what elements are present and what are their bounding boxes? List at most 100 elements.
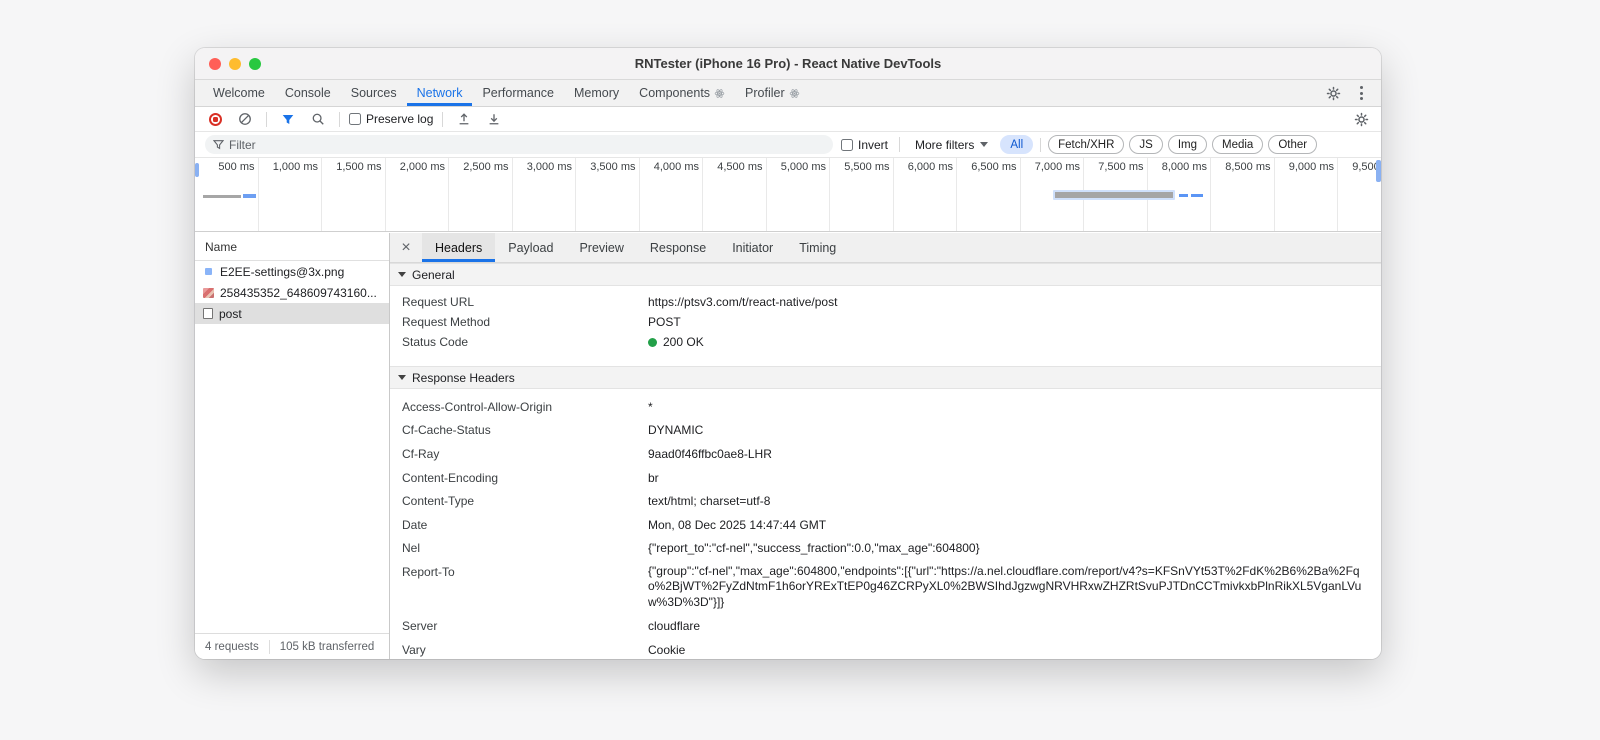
settings-gear-icon[interactable] [1321,82,1345,104]
title-bar: RNTester (iPhone 16 Pro) - React Native … [195,48,1381,80]
tab-network[interactable]: Network [407,80,473,106]
filter-type-media[interactable]: Media [1211,135,1264,154]
export-har-icon[interactable] [482,108,506,130]
timeline-tick: 4,000 ms [640,158,703,231]
tab-label: Profiler [745,86,785,100]
network-settings-gear-icon[interactable] [1349,108,1373,130]
header-key: Content-Encoding [402,470,499,485]
name-column-header[interactable]: Name [195,233,389,261]
header-value: 9aad0f46ffbc0ae8-LHR [648,446,772,461]
request-detail-pane: × Headers Payload Preview Response Initi… [390,233,1381,659]
divider [268,639,270,654]
tab-performance[interactable]: Performance [472,80,564,106]
record-network-log-button[interactable] [203,108,227,130]
filter-input[interactable] [229,137,825,152]
detail-tab-preview[interactable]: Preview [566,233,636,262]
waterfall-bar-early-blue [243,194,256,198]
header-row: Server cloudflare [390,614,1381,638]
filter-type-js[interactable]: JS [1129,135,1163,154]
divider [339,111,340,127]
more-options-kebab-icon[interactable] [1349,82,1373,104]
header-row: Date Mon, 08 Dec 2025 14:47:44 GMT [390,513,1381,537]
request-row-selected[interactable]: post [195,303,389,324]
preserve-log-checkbox[interactable] [349,113,361,125]
react-atom-icon [789,88,800,99]
filter-funnel-icon[interactable] [276,108,300,130]
tab-label: Sources [350,86,397,100]
header-value: https://ptsv3.com/t/react-native/post [648,295,838,309]
tab-profiler[interactable]: Profiler [735,80,810,106]
more-filters-dropdown[interactable]: More filters [911,138,992,152]
header-key: Status Code [402,335,469,349]
document-file-icon [203,308,213,319]
detail-tab-timing[interactable]: Timing [786,233,849,262]
chevron-down-icon [980,142,989,147]
invert-toggle[interactable]: Invert [841,138,888,152]
preserve-log-label: Preserve log [366,112,434,126]
header-value: * [648,399,653,414]
response-headers-section-body: Access-Control-Allow-Origin * Cf-Cache-S… [390,389,1381,659]
import-har-icon[interactable] [452,108,476,130]
clear-network-log-icon[interactable] [233,108,257,130]
timeline-tick: 2,000 ms [386,158,449,231]
detail-tab-response[interactable]: Response [637,233,719,262]
search-icon[interactable] [306,108,330,130]
detail-tab-headers[interactable]: Headers [422,233,496,262]
filter-input-wrapper[interactable] [205,135,833,154]
filter-type-fetch-xhr[interactable]: Fetch/XHR [1048,135,1125,154]
request-row[interactable]: E2EE-settings@3x.png [195,261,389,282]
detail-tab-payload[interactable]: Payload [495,233,566,262]
tab-memory[interactable]: Memory [564,80,629,106]
close-detail-icon[interactable]: × [390,233,422,262]
waterfall-bar-blue-dash [1179,194,1188,197]
tab-sources[interactable]: Sources [341,80,407,106]
tab-label: Components [639,86,711,100]
status-ok-dot [648,337,657,347]
preserve-log-toggle[interactable]: Preserve log [349,112,433,126]
image-thumbnail-icon [203,287,214,298]
header-row: Nel {"report_to":"cf-nel","success_fract… [390,537,1381,561]
response-headers-section-header[interactable]: Response Headers [390,366,1381,389]
divider [899,137,901,152]
divider [266,111,267,127]
filter-type-all[interactable]: All [1000,135,1034,154]
close-window-button[interactable] [209,57,221,70]
timeline-tick: 9,000 ms [1275,158,1338,231]
overview-range-handle-left[interactable] [195,163,199,177]
tab-console[interactable]: Console [275,80,341,106]
timeline-tick: 4,500 ms [703,158,767,231]
header-row: Vary Cookie [390,638,1381,659]
header-row: Request URL https://ptsv3.com/t/react-na… [390,292,1381,312]
overview-range-handle-right[interactable] [1376,160,1381,182]
header-key: Request URL [402,295,475,309]
disclosure-triangle-icon [398,375,406,380]
section-title: Response Headers [412,370,515,385]
tab-welcome[interactable]: Welcome [203,80,275,106]
request-type-filters: All Fetch/XHR JS Img Media Other [1000,135,1318,154]
header-value: br [648,470,659,485]
header-row: Cf-Cache-Status DYNAMIC [390,419,1381,443]
filter-type-img[interactable]: Img [1167,135,1207,154]
header-value: DYNAMIC [648,423,704,438]
header-key: Access-Control-Allow-Origin [402,399,553,414]
detail-tab-bar: × Headers Payload Preview Response Initi… [390,233,1381,263]
zoom-window-button[interactable] [249,57,261,70]
timeline-tick: 6,000 ms [894,158,957,231]
detail-tab-initiator[interactable]: Initiator [719,233,786,262]
tab-components[interactable]: Components [629,80,735,106]
timeline-tick: 3,500 ms [576,158,640,231]
general-section-body: Request URL https://ptsv3.com/t/react-na… [390,286,1381,356]
filter-type-other[interactable]: Other [1268,135,1318,154]
header-row: Report-To {"group":"cf-nel","max_age":60… [390,560,1381,614]
invert-checkbox[interactable] [841,138,853,151]
request-name: 258435352_648609743160... [220,285,377,300]
header-value: text/html; charset=utf-8 [648,494,771,509]
header-row: Access-Control-Allow-Origin * [390,395,1381,419]
general-section-header[interactable]: General [390,263,1381,286]
disclosure-triangle-icon [398,272,406,277]
request-row[interactable]: 258435352_648609743160... [195,282,389,303]
header-key: Content-Type [402,494,475,509]
timeline-tick: 5,000 ms [767,158,830,231]
header-key: Date [402,517,428,532]
minimize-window-button[interactable] [229,57,241,70]
